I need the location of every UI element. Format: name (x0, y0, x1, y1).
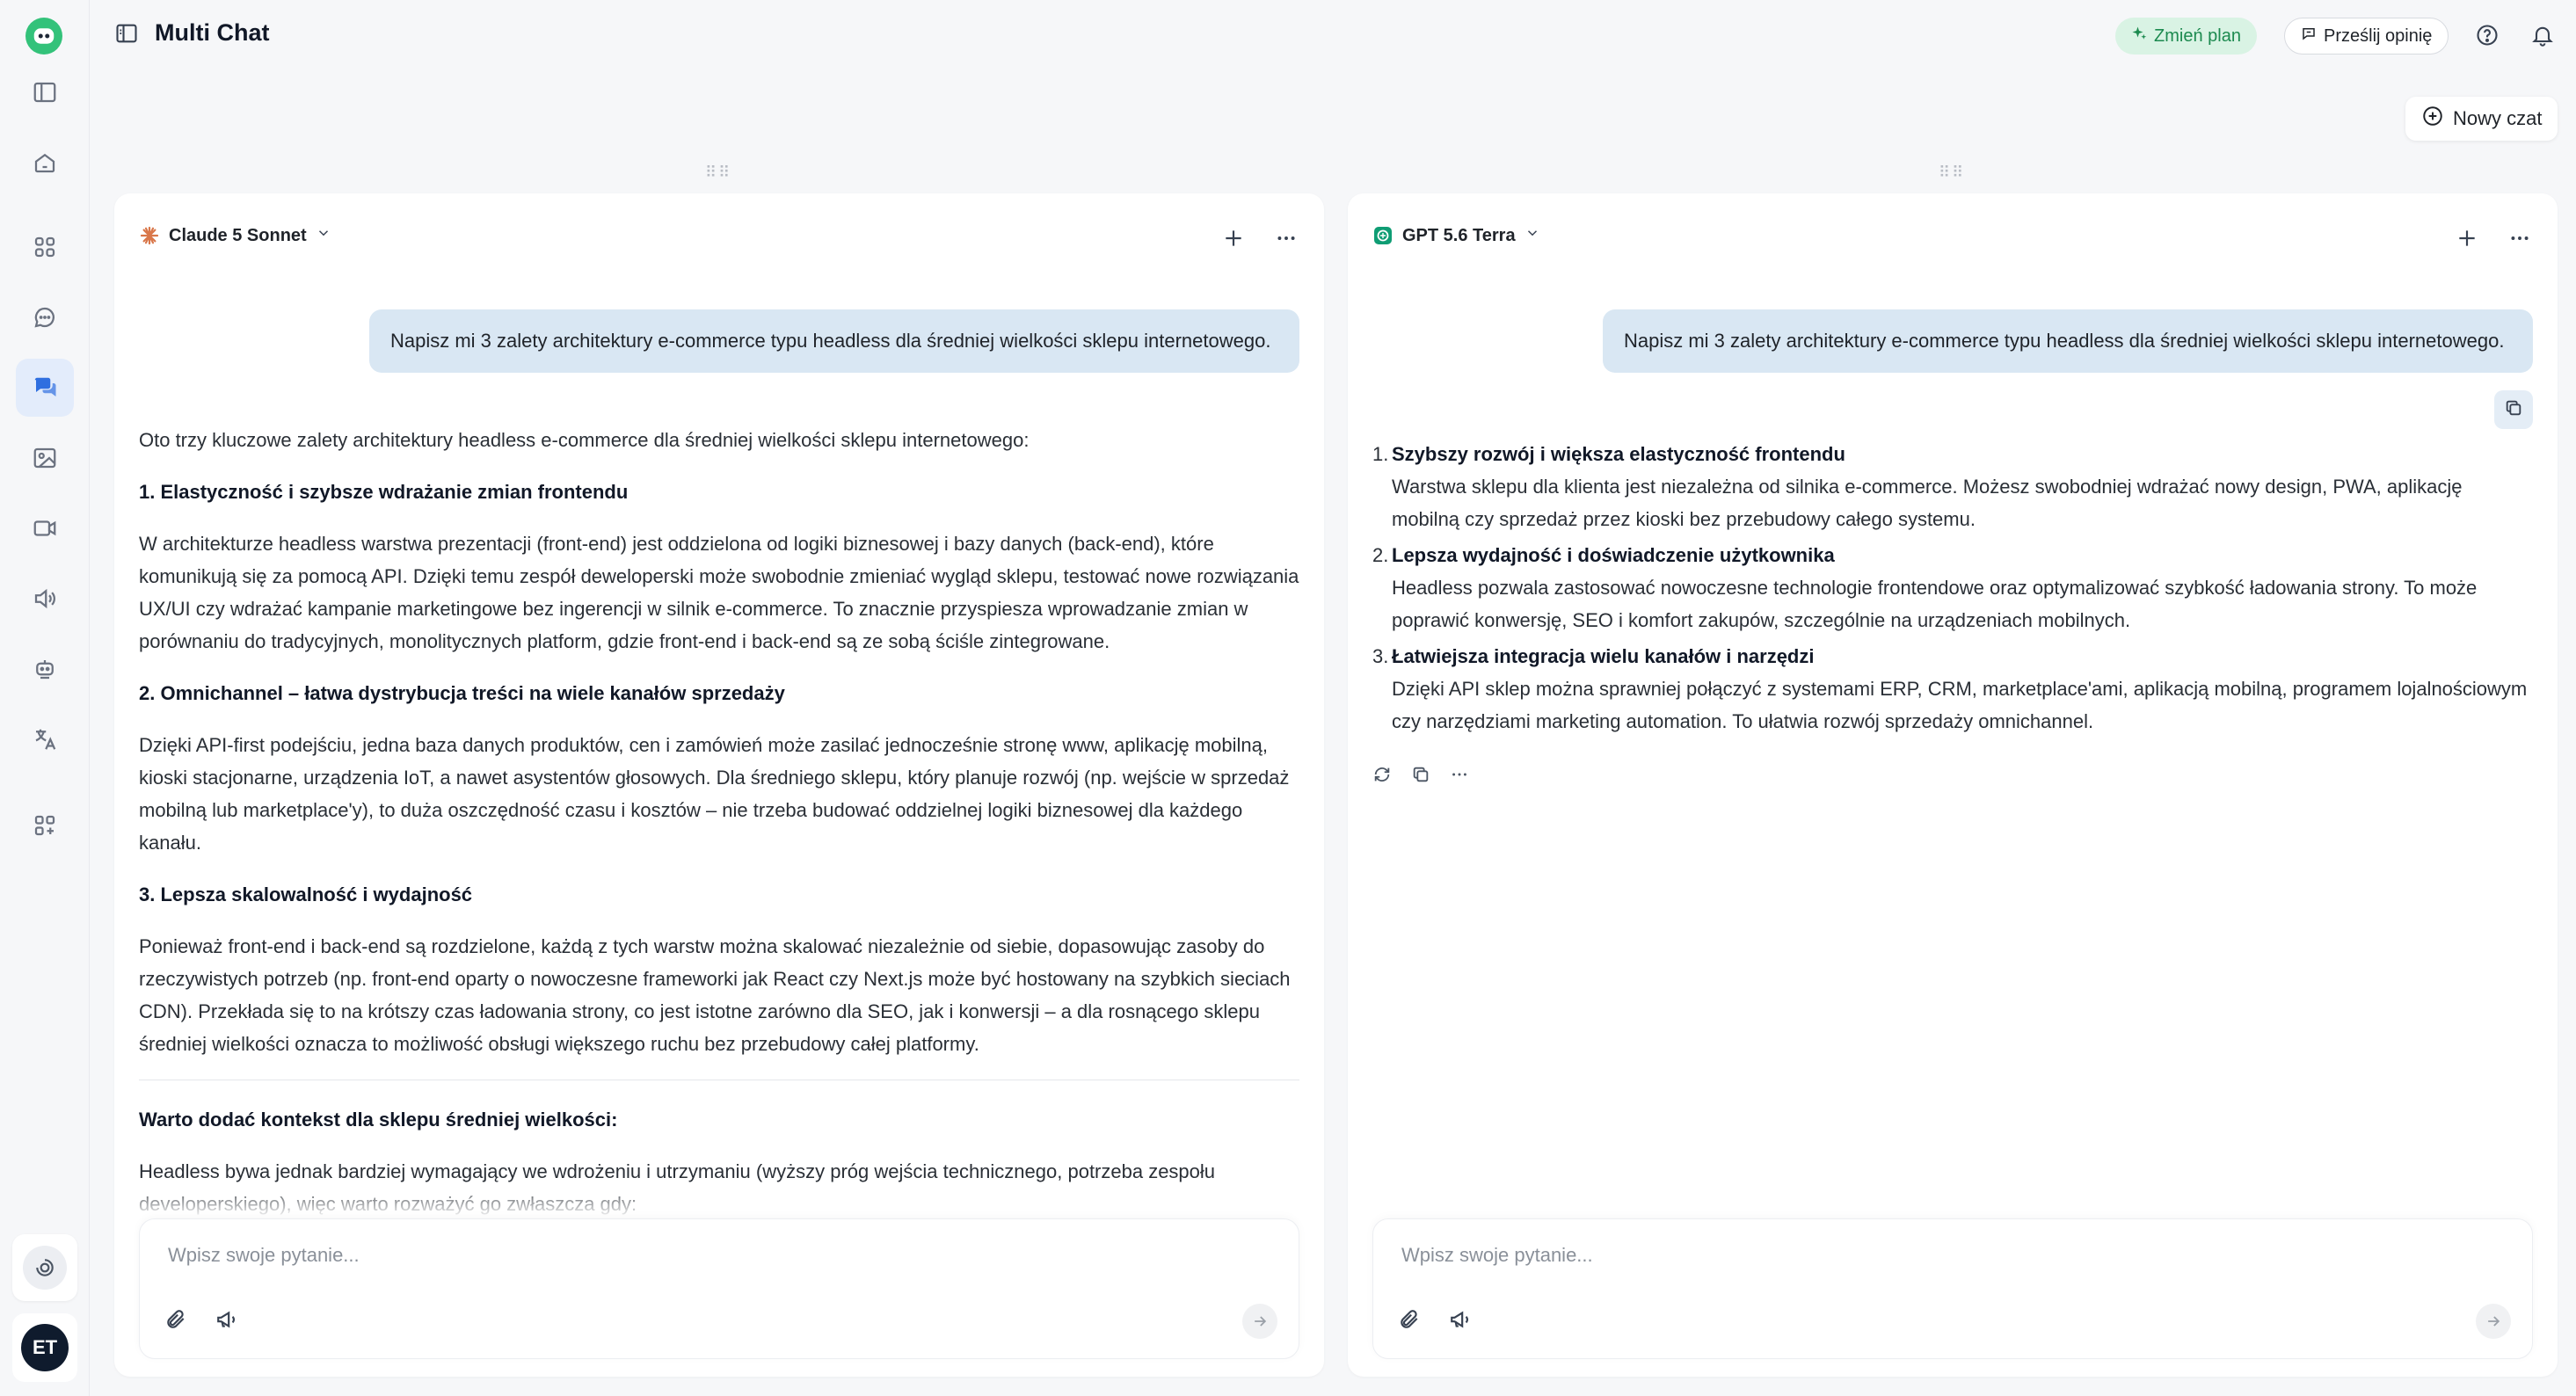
send-button[interactable] (2476, 1304, 2511, 1339)
image-icon[interactable] (16, 429, 74, 487)
list-item-title: Szybszy rozwój i większa elastyczność fr… (1392, 443, 1845, 465)
translate-icon[interactable] (16, 710, 74, 768)
video-icon[interactable] (16, 499, 74, 557)
message-composer: Wpisz swoje pytanie... (1372, 1218, 2533, 1359)
chevron-down-icon (316, 225, 331, 246)
assistant-message: Oto trzy kluczowe zalety architektury he… (139, 424, 1299, 1240)
sidebar-toggle-icon[interactable] (114, 21, 142, 49)
list-item-title: Łatwiejsza integracja wielu kanałów i na… (1392, 645, 1815, 667)
response-actions (1372, 765, 1469, 789)
add-apps-icon[interactable] (16, 796, 74, 854)
sparkle-icon (2131, 25, 2147, 47)
message-composer: Wpisz swoje pytanie... (139, 1218, 1299, 1359)
openai-logo-icon (1372, 225, 1394, 246)
response-list: 1. Szybszy rozwój i większa elastyczność… (1372, 438, 2533, 738)
avatar: ET (21, 1324, 69, 1371)
audio-icon[interactable] (16, 570, 74, 628)
section-heading: 2. Omnichannel – łatwa dystrybucja treśc… (139, 682, 785, 704)
response-intro: Oto trzy kluczowe zalety architektury he… (139, 429, 1030, 451)
chat-icon[interactable] (16, 288, 74, 346)
page-title: Multi Chat (155, 19, 270, 46)
section-body: Dzięki API-first podejściu, jedna baza d… (139, 734, 1290, 854)
model-selector[interactable]: GPT 5.6 Terra (1372, 225, 1540, 246)
link-icon (23, 1246, 67, 1290)
more-options-icon[interactable] (1450, 765, 1469, 789)
section-body: Ponieważ front-end i back-end są rozdzie… (139, 935, 1291, 1055)
add-model-icon[interactable] (2454, 225, 2480, 251)
feedback-button[interactable]: Prześlij opinię (2284, 18, 2449, 55)
model-selector[interactable]: Claude 5 Sonnet (139, 225, 331, 246)
section-heading: 3. Lepsza skalowalność i wydajność (139, 883, 473, 905)
chat-panel-gpt: GPT 5.6 Terra Napisz mi 3 zalety archite… (1348, 193, 2558, 1377)
list-item: 2. Lepsza wydajność i doświadczenie użyt… (1372, 539, 2533, 636)
panel-header: GPT 5.6 Terra (1372, 225, 2533, 260)
change-plan-label: Zmień plan (2154, 25, 2241, 46)
help-icon[interactable] (2473, 21, 2501, 49)
home-icon[interactable] (16, 134, 74, 192)
context-heading: Warto dodać kontekst dla sklepu średniej… (139, 1109, 618, 1131)
section-body: W architekturze headless warstwa prezent… (139, 533, 1299, 652)
copy-icon (2504, 398, 2523, 422)
more-options-icon[interactable] (2507, 225, 2533, 251)
section-heading: 1. Elastyczność i szybsze wdrażanie zmia… (139, 481, 629, 503)
drag-handle-icon[interactable]: ⠿⠿ (1939, 164, 1965, 182)
copy-prompt-button[interactable] (2494, 390, 2533, 429)
list-item-body: Dzięki API sklep można sprawniej połączy… (1392, 678, 2528, 732)
regenerate-icon[interactable] (1372, 765, 1392, 789)
list-item: 3. Łatwiejsza integracja wielu kanałów i… (1372, 640, 2533, 738)
app-logo-icon[interactable] (25, 18, 62, 55)
copy-icon[interactable] (1411, 765, 1430, 789)
megaphone-icon[interactable] (215, 1308, 238, 1335)
chevron-down-icon (1524, 225, 1540, 246)
assistant-message: 1. Szybszy rozwój i większa elastyczność… (1372, 438, 2533, 741)
grid-icon[interactable] (16, 218, 74, 276)
attach-icon[interactable] (1398, 1308, 1421, 1335)
claude-logo-icon (139, 225, 160, 246)
question-input[interactable]: Wpisz swoje pytanie... (1401, 1244, 1593, 1267)
list-item-body: Warstwa sklepu dla klienta jest niezależ… (1392, 476, 2463, 530)
new-chat-button[interactable]: Nowy czat (2405, 97, 2558, 141)
model-name: Claude 5 Sonnet (169, 225, 307, 245)
send-button[interactable] (1242, 1304, 1277, 1339)
list-item-title: Lepsza wydajność i doświadczenie użytkow… (1392, 544, 1835, 566)
panel-header: Claude 5 Sonnet (139, 225, 1299, 260)
message-icon (2301, 25, 2317, 47)
robot-icon[interactable] (16, 640, 74, 698)
sidebar: ET (0, 0, 90, 1396)
multi-chat-icon[interactable] (16, 359, 74, 417)
panel-toggle-icon[interactable] (16, 63, 74, 121)
integrations-button[interactable] (12, 1234, 77, 1301)
list-item: 1. Szybszy rozwój i większa elastyczność… (1372, 438, 2533, 535)
add-model-icon[interactable] (1220, 225, 1247, 251)
question-input[interactable]: Wpisz swoje pytanie... (168, 1244, 360, 1267)
user-menu[interactable]: ET (12, 1313, 77, 1382)
drag-handle-icon[interactable]: ⠿⠿ (705, 164, 731, 182)
user-message: Napisz mi 3 zalety architektury e-commer… (1603, 309, 2533, 373)
megaphone-icon[interactable] (1449, 1308, 1472, 1335)
user-message: Napisz mi 3 zalety architektury e-commer… (369, 309, 1299, 373)
attach-icon[interactable] (164, 1308, 187, 1335)
list-item-body: Headless pozwala zastosować nowoczesne t… (1392, 577, 2478, 631)
model-name: GPT 5.6 Terra (1402, 225, 1516, 245)
feedback-label: Prześlij opinię (2324, 25, 2433, 46)
new-chat-label: Nowy czat (2453, 107, 2543, 129)
change-plan-button[interactable]: Zmień plan (2115, 18, 2257, 55)
chat-panel-claude: Claude 5 Sonnet Napisz mi 3 zalety archi… (114, 193, 1324, 1377)
bell-icon[interactable] (2529, 21, 2557, 49)
more-options-icon[interactable] (1273, 225, 1299, 251)
plus-circle-icon (2421, 105, 2444, 133)
